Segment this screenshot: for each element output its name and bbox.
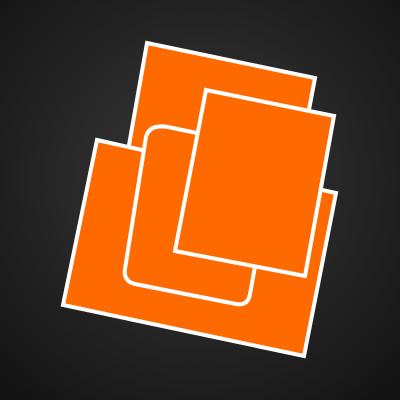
front-top-page (172, 87, 337, 279)
stacked-pages-icon (0, 0, 400, 400)
stacked-pages-app-icon (0, 0, 400, 400)
